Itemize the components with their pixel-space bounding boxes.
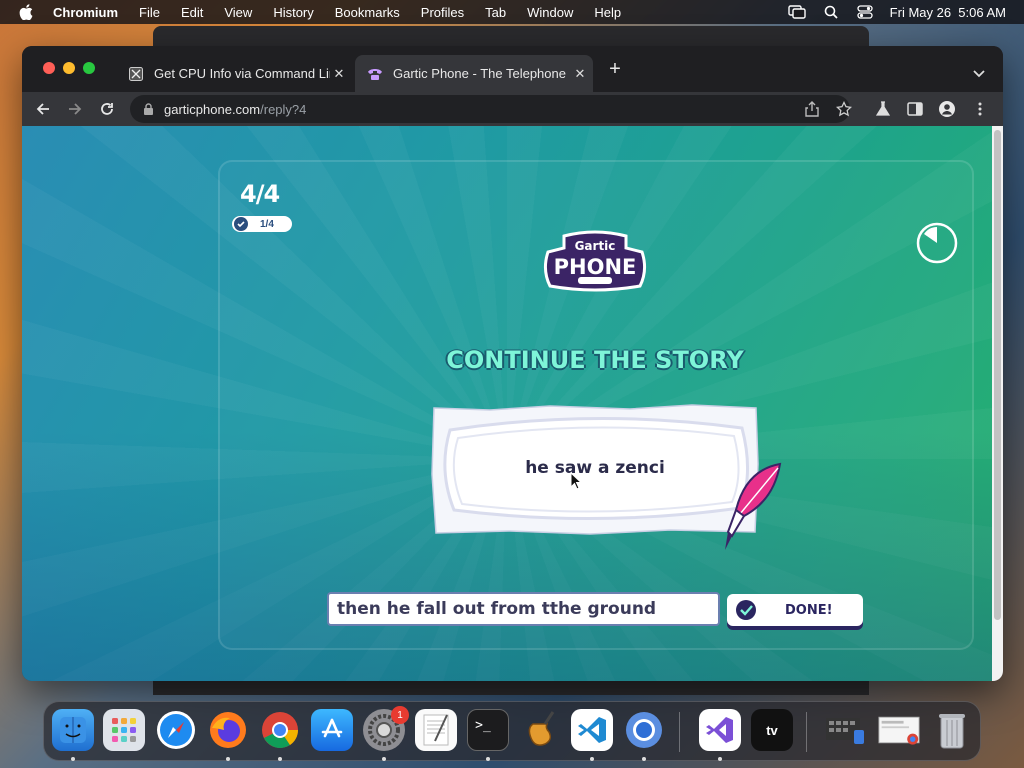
back-arrow-icon[interactable] xyxy=(35,101,51,117)
game-page: 4/4 1/4 Gartic PHONE CONTINUE THE STORY … xyxy=(22,126,992,681)
tab-favicon-icon xyxy=(128,66,144,82)
browser-window: Get CPU Info via Command Lin ✕ Gartic Ph… xyxy=(22,46,1003,681)
background-window xyxy=(153,26,869,48)
lock-icon[interactable] xyxy=(142,103,154,115)
background-window-bottom xyxy=(153,681,869,695)
safari-icon[interactable] xyxy=(155,709,197,751)
visual-studio-icon[interactable] xyxy=(699,709,741,751)
gartic-phone-logo: Gartic PHONE xyxy=(543,230,647,292)
menu-window[interactable]: Window xyxy=(527,5,573,20)
phone-icon xyxy=(367,66,383,82)
close-window-button[interactable] xyxy=(43,62,55,74)
control-center-icon[interactable] xyxy=(856,5,874,19)
running-indicator xyxy=(226,757,230,761)
quill-pen-icon xyxy=(725,462,782,550)
trash-icon[interactable] xyxy=(931,709,973,751)
running-indicator xyxy=(71,757,75,761)
profile-avatar-icon[interactable] xyxy=(939,101,955,117)
reload-icon[interactable] xyxy=(99,101,115,117)
new-tab-icon[interactable]: + xyxy=(607,59,623,79)
close-tab-icon[interactable]: ✕ xyxy=(573,66,587,81)
screen-mirroring-icon[interactable] xyxy=(787,5,806,19)
launchpad-icon[interactable] xyxy=(103,709,145,751)
running-indicator xyxy=(382,757,386,761)
browser-toolbar: garticphone.com/reply?4 xyxy=(22,92,1003,126)
menu-help[interactable]: Help xyxy=(594,5,621,20)
running-indicator xyxy=(486,757,490,761)
vscode-icon[interactable] xyxy=(571,709,613,751)
check-icon xyxy=(736,600,756,620)
page-scrollbar[interactable] xyxy=(992,126,1003,681)
menu-history[interactable]: History xyxy=(273,5,313,20)
garageband-icon[interactable] xyxy=(519,709,561,751)
done-counter-badge: 1/4 xyxy=(232,216,292,232)
timer-icon xyxy=(916,222,958,264)
finder-icon[interactable] xyxy=(52,709,94,751)
chrome-icon[interactable] xyxy=(259,709,301,751)
address-bar[interactable]: garticphone.com/reply?4 xyxy=(130,95,850,123)
tab-gartic-phone[interactable]: Gartic Phone - The Telephone G ✕ xyxy=(355,55,593,92)
apple-tv-icon[interactable]: tv xyxy=(751,709,793,751)
menu-profiles[interactable]: Profiles xyxy=(421,5,464,20)
firefox-icon[interactable] xyxy=(207,709,249,751)
textedit-icon[interactable] xyxy=(415,709,457,751)
page-title: CONTINUE THE STORY xyxy=(446,346,744,374)
menu-edit[interactable]: Edit xyxy=(181,5,203,20)
tab-title: Gartic Phone - The Telephone G xyxy=(393,66,569,81)
tab-strip: Get CPU Info via Command Lin ✕ Gartic Ph… xyxy=(22,46,1003,92)
logo-main-text: PHONE xyxy=(554,255,637,279)
menu-bookmarks[interactable]: Bookmarks xyxy=(335,5,400,20)
menu-tab[interactable]: Tab xyxy=(485,5,506,20)
spotlight-search-icon[interactable] xyxy=(822,5,840,19)
downloads-stack-icon[interactable] xyxy=(824,709,866,751)
round-counter: 4/4 xyxy=(240,180,280,208)
story-answer-input[interactable]: then he fall out from tthe ground xyxy=(327,592,720,626)
documents-stack-icon[interactable] xyxy=(878,709,920,751)
check-circle-icon xyxy=(234,217,248,231)
chromium-icon[interactable] xyxy=(623,709,665,751)
logo-top-text: Gartic xyxy=(575,239,616,253)
minimize-window-button[interactable] xyxy=(63,62,75,74)
running-indicator xyxy=(718,757,722,761)
terminal-icon[interactable]: >_ xyxy=(467,709,509,751)
more-menu-icon[interactable] xyxy=(972,101,988,117)
side-panel-icon[interactable] xyxy=(907,101,923,117)
dock: >_ tv xyxy=(43,701,981,761)
close-tab-icon[interactable]: ✕ xyxy=(332,66,346,81)
bookmark-star-icon[interactable] xyxy=(836,101,852,117)
tab-cpu-info[interactable]: Get CPU Info via Command Lin ✕ xyxy=(116,55,352,92)
menu-file[interactable]: File xyxy=(139,5,160,20)
tab-title: Get CPU Info via Command Lin xyxy=(154,66,330,81)
extensions-flask-icon[interactable] xyxy=(875,101,891,117)
running-indicator xyxy=(278,757,282,761)
notification-badge: 1 xyxy=(391,706,409,724)
story-prompt-text: he saw a zenci xyxy=(525,458,665,478)
chevron-down-icon[interactable] xyxy=(972,66,986,78)
menu-app-name[interactable]: Chromium xyxy=(53,5,118,20)
running-indicator xyxy=(642,757,646,761)
menu-view[interactable]: View xyxy=(224,5,252,20)
menu-clock[interactable]: Fri May 26 5:06 AM xyxy=(890,5,1006,20)
forward-arrow-icon[interactable] xyxy=(67,101,83,117)
menu-bar: Chromium File Edit View History Bookmark… xyxy=(0,0,1024,24)
url-text: garticphone.com/reply?4 xyxy=(164,101,307,117)
running-indicator xyxy=(590,757,594,761)
scrollbar-thumb[interactable] xyxy=(994,130,1001,620)
dock-separator xyxy=(679,712,680,752)
dock-separator xyxy=(806,712,807,752)
app-store-icon[interactable] xyxy=(311,709,353,751)
done-button-label: DONE! xyxy=(785,602,833,618)
done-count-text: 1/4 xyxy=(260,218,274,230)
done-button[interactable]: DONE! xyxy=(727,594,863,626)
mouse-pointer-icon xyxy=(570,472,582,490)
share-icon[interactable] xyxy=(804,101,820,117)
zoom-window-button[interactable] xyxy=(83,62,95,74)
apple-menu-icon[interactable] xyxy=(18,4,34,20)
